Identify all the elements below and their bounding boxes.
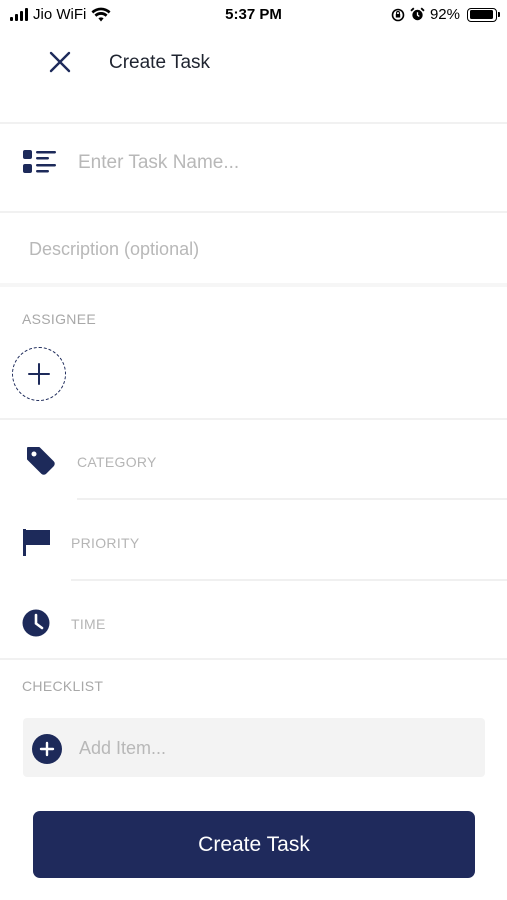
add-assignee-button[interactable]	[12, 347, 66, 401]
divider	[0, 418, 507, 420]
assignee-label: ASSIGNEE	[22, 311, 96, 327]
flag-icon	[23, 529, 50, 556]
priority-row[interactable]: PRIORITY	[0, 513, 507, 573]
checklist-label: CHECKLIST	[22, 678, 104, 694]
rotation-lock-icon	[391, 8, 405, 21]
task-list-icon	[23, 150, 56, 173]
clock-icon	[22, 609, 50, 637]
page-title: Create Task	[109, 52, 211, 73]
divider	[0, 211, 507, 213]
add-item-button[interactable]	[32, 734, 62, 764]
add-item-input[interactable]	[79, 733, 459, 763]
time-row[interactable]: TIME	[0, 594, 507, 654]
close-button[interactable]	[44, 46, 76, 78]
alarm-icon	[410, 7, 425, 21]
category-row[interactable]: CATEGORY	[0, 432, 507, 492]
priority-label: PRIORITY	[71, 535, 140, 551]
close-icon	[49, 51, 71, 73]
add-assignee-icon	[28, 363, 50, 385]
task-name-input[interactable]	[78, 148, 478, 178]
status-right: 92%	[391, 6, 500, 23]
divider	[0, 658, 507, 660]
category-label: CATEGORY	[77, 454, 157, 470]
tag-icon	[27, 447, 55, 475]
header: Create Task	[0, 32, 507, 92]
status-bar: Jio WiFi 5:37 PM 92%	[0, 0, 507, 32]
time-label: TIME	[71, 616, 106, 632]
create-task-button[interactable]: Create Task	[33, 811, 475, 878]
plus-circle-icon	[39, 741, 55, 757]
battery-percent: 92%	[429, 6, 460, 23]
battery-level	[469, 10, 493, 19]
divider	[71, 579, 507, 581]
battery-icon	[467, 7, 500, 22]
checklist-add-item	[23, 718, 485, 777]
divider	[0, 283, 507, 287]
description-input[interactable]	[29, 234, 469, 264]
task-name-row	[0, 124, 507, 212]
divider	[77, 498, 507, 500]
